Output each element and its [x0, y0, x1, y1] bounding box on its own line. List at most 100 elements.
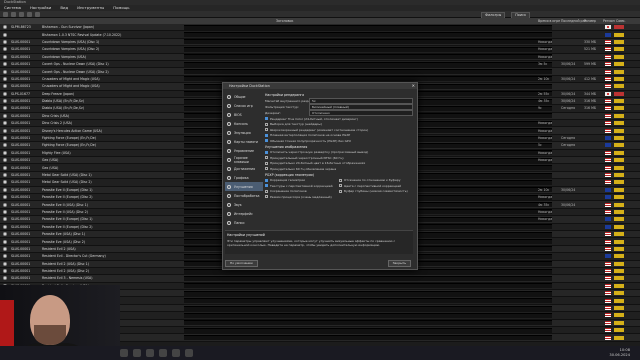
table-row[interactable]: SLUS-00001 Countdown Vampires (USA) (Disc…	[0, 46, 640, 54]
region-flag-icon	[605, 99, 611, 104]
setting-dropdown[interactable]: Отключено	[309, 110, 413, 116]
search-icon[interactable]	[133, 349, 141, 357]
checkbox-row[interactable]: Буфер глубины (низкая совместимость)	[339, 189, 413, 195]
region-flag-icon	[605, 173, 611, 177]
category-icon	[227, 103, 231, 108]
table-row[interactable]: SLUS-00001 Covert Ops - Nuclear Dawn (USA…	[0, 68, 640, 76]
table-row[interactable]: Bishamon 1.0.3 NTSC Revival Update (7.10…	[0, 31, 640, 39]
table-row[interactable]: SLUS-00001 Countdown Vampires (USA) (Disc…	[0, 38, 640, 47]
region-flag-icon	[605, 76, 611, 81]
game-serial: SLUS-00001	[11, 269, 31, 274]
checkbox[interactable]	[265, 167, 268, 171]
sidebar-item[interactable]: Графика	[225, 173, 263, 182]
sidebar-item[interactable]: BIOS	[225, 110, 263, 119]
sidebar-item[interactable]: Эмуляция	[225, 128, 263, 137]
close-button[interactable]: Закрыть	[387, 260, 411, 267]
close-icon[interactable]: ✕	[412, 83, 415, 89]
start-bios-icon[interactable]	[11, 11, 16, 17]
checkbox[interactable]	[265, 161, 268, 165]
game-serial: SLUS-00001	[11, 232, 31, 237]
checkbox-label: Обычная точная полупрозрачность (PGXP) б…	[270, 138, 351, 143]
browser-icon[interactable]	[159, 349, 167, 357]
sidebar-item[interactable]: Список игр	[225, 101, 263, 110]
compat-badge	[614, 202, 624, 207]
sidebar-item[interactable]: Карты памяти	[225, 137, 263, 146]
game-serial: SLUS-00001	[11, 165, 31, 170]
table-row[interactable]: SLPM-86723 Bishamon - Gun Survivor (Japan…	[0, 24, 640, 32]
game-serial: SLUS-00001	[11, 99, 31, 104]
toolbar: Фильтры Поиск	[0, 11, 640, 19]
obs-icon[interactable]	[185, 349, 193, 357]
explorer-icon[interactable]	[146, 349, 154, 357]
game-title: Parasite Eve II (Europe) (Disc 1)	[42, 217, 93, 222]
checkbox[interactable]	[265, 195, 268, 199]
checkbox[interactable]	[339, 189, 342, 193]
checkbox[interactable]	[265, 133, 268, 137]
compat-badge	[614, 239, 624, 244]
sidebar-item[interactable]: Достижения	[225, 164, 263, 173]
checkbox[interactable]	[339, 178, 342, 182]
checkbox[interactable]	[265, 150, 268, 154]
checkbox[interactable]	[265, 184, 268, 188]
resume-icon[interactable]	[19, 11, 24, 17]
title-column-fill	[184, 61, 552, 67]
compat-badge	[614, 298, 624, 303]
sidebar-item[interactable]: Улучшения	[225, 182, 263, 191]
defaults-button[interactable]: По умолчанию	[225, 260, 258, 267]
compat-badge	[614, 187, 624, 192]
duckstation-icon[interactable]	[172, 349, 180, 357]
game-serial: SLUS-00001	[11, 143, 31, 148]
checkbox[interactable]	[265, 189, 268, 193]
table-row[interactable]: SLUS-00001 Countdown Vampires (USA) Никогд…	[0, 53, 640, 61]
sidebar-item-label: Улучшения	[234, 184, 253, 189]
sidebar-item[interactable]: Горячие клавиши	[225, 155, 263, 164]
info-box: Настройки улучшений Эти параметры управл…	[225, 230, 413, 254]
checkbox-row[interactable]: Текстуры с перспективной коррекцией	[265, 183, 339, 189]
checkbox[interactable]	[265, 178, 268, 182]
sidebar-item[interactable]: Консоль	[225, 119, 263, 128]
title-column-fill	[184, 69, 552, 75]
sidebar-item[interactable]: Общие	[225, 92, 263, 101]
controller-icon[interactable]	[35, 11, 40, 17]
sidebar-item[interactable]: Управление	[225, 146, 263, 155]
sidebar-item-label: Список игр	[234, 103, 253, 108]
checkbox[interactable]	[265, 156, 268, 160]
checkbox[interactable]	[339, 184, 342, 188]
game-last-played: Сегодня	[561, 136, 576, 141]
game-title: Countdown Vampires (USA)	[42, 54, 86, 59]
sidebar-item-label: Звук	[234, 202, 242, 207]
start-icon[interactable]	[120, 349, 128, 357]
checkbox[interactable]	[265, 128, 268, 132]
disc-icon	[3, 106, 7, 111]
compat-badge	[614, 136, 624, 141]
game-serial: SLUS-00001	[11, 54, 31, 59]
checkbox-row[interactable]: Принудительно 60 Гц обновление экрана	[265, 166, 413, 172]
game-serial: SLUS-00001	[11, 187, 31, 192]
sidebar-item[interactable]: Папки	[225, 218, 263, 227]
game-size: 330 МБ	[584, 39, 597, 44]
settings-icon[interactable]	[27, 11, 32, 17]
system-clock[interactable]: 10:08 30.06.2024	[609, 348, 630, 358]
region-flag-icon	[605, 239, 611, 244]
game-title: Countdown Vampires (USA) (Disc 1)	[42, 39, 100, 44]
region-flag-icon	[605, 261, 611, 266]
sidebar-item[interactable]: Интерфейс	[225, 209, 263, 218]
table-row[interactable]: SLUS-00001 Resident Evil 3 - Nemesis (USA…	[0, 275, 640, 283]
checkbox[interactable]	[265, 139, 268, 143]
sidebar-item[interactable]: Постобработка	[225, 191, 263, 200]
game-serial: SLUS-00001	[11, 69, 31, 74]
start-file-icon[interactable]	[3, 11, 8, 17]
disc-icon	[3, 261, 7, 266]
game-serial: SLUS-00001	[11, 246, 31, 251]
checkbox-label: Плавная интерполяция полигонов на основе…	[270, 133, 351, 138]
checkbox-row[interactable]: Обычная точная полупрозрачность (PGXP) б…	[265, 138, 413, 144]
checkbox[interactable]	[265, 122, 268, 126]
table-row[interactable]: SLUS-00001 Covert Ops - Nuclear Dawn (USA…	[0, 60, 640, 69]
compat-badge	[614, 328, 624, 333]
region-flag-icon	[605, 113, 611, 118]
checkbox[interactable]	[265, 117, 268, 121]
sidebar-item[interactable]: Звук	[225, 200, 263, 209]
disc-icon	[3, 143, 7, 148]
checkbox-row[interactable]: Режим процессора (очень медленный)	[265, 194, 339, 200]
game-serial: SLUS-00001	[11, 121, 31, 126]
